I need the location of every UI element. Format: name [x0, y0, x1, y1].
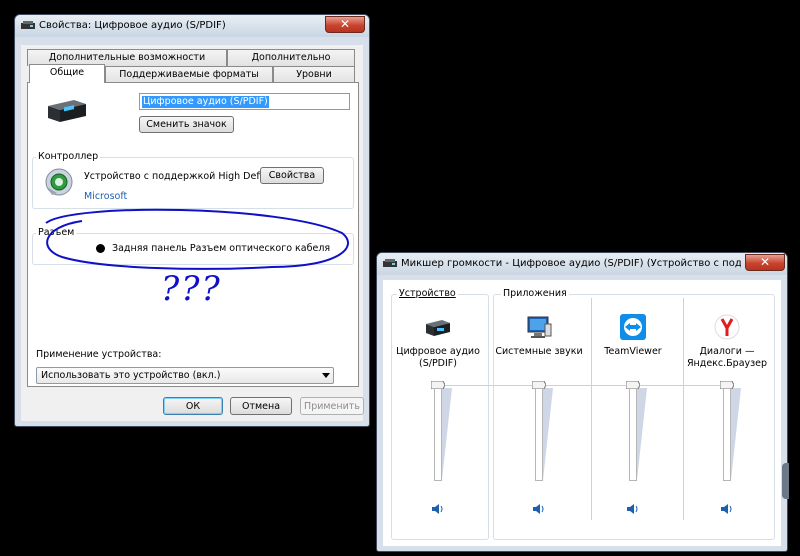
- volume-slider-thumb[interactable]: [531, 380, 547, 390]
- mixer-channels: Цифровое аудио (S/PDIF) Системные звуки Te…: [383, 296, 781, 540]
- tab-supported-formats[interactable]: Поддерживаемые форматы: [105, 66, 273, 83]
- yandex-browser-icon[interactable]: [713, 314, 741, 340]
- teamviewer-side-tab[interactable]: [782, 463, 789, 499]
- controller-properties-button[interactable]: Свойства: [260, 167, 324, 184]
- volume-slider-track[interactable]: [535, 386, 543, 481]
- audio-controller-icon: [45, 168, 73, 196]
- mixer-client: Устройство Приложения Цифровое аудио (S/…: [383, 280, 781, 546]
- volume-slider-track[interactable]: [434, 386, 442, 481]
- volume-level-meter: [637, 388, 647, 480]
- volume-slider-thumb[interactable]: [625, 380, 641, 390]
- speaker-small-icon: [21, 21, 35, 29]
- device-name-input[interactable]: Цифровое аудио (S/PDIF): [139, 93, 350, 110]
- change-icon-button[interactable]: Сменить значок: [139, 116, 234, 133]
- volume-slider-track[interactable]: [629, 386, 637, 481]
- apply-button[interactable]: Применить: [300, 397, 364, 415]
- teamviewer-icon[interactable]: [619, 314, 647, 340]
- mixer-channel-label: Цифровое аудио (S/PDIF): [396, 346, 480, 369]
- volume-level-meter: [731, 388, 741, 480]
- chevron-down-icon: [322, 373, 330, 378]
- mixer-channel-label: Диалоги — Яндекс.Браузер: [686, 346, 768, 369]
- volume-slider-thumb[interactable]: [430, 380, 446, 390]
- mixer-title: Микшер громкости - Цифровое аудио (S/PDI…: [401, 258, 741, 269]
- usage-combo-value: Использовать это устройство (вкл.): [41, 370, 221, 381]
- mute-speaker-icon[interactable]: [626, 503, 640, 515]
- volume-level-meter: [543, 388, 553, 480]
- properties-title: Свойства: Цифровое аудио (S/PDIF): [39, 20, 226, 31]
- volume-slider-track[interactable]: [723, 386, 731, 481]
- ok-button[interactable]: ОК: [163, 397, 223, 415]
- controller-vendor: Microsoft: [84, 191, 128, 202]
- device-name-text: Цифровое аудио (S/PDIF): [142, 96, 269, 108]
- mute-speaker-icon[interactable]: [431, 503, 445, 515]
- usage-label: Применение устройства:: [36, 349, 162, 360]
- speaker-device-icon[interactable]: [424, 314, 452, 340]
- controller-name: Устройство с поддержкой High Defi...: [84, 171, 272, 182]
- tab-general[interactable]: Общие: [29, 64, 105, 83]
- annotation-question-marks: ???: [161, 269, 222, 309]
- tab-advanced[interactable]: Дополнительно: [227, 49, 355, 66]
- volume-level-meter: [442, 388, 452, 480]
- mixer-close-button[interactable]: ✕: [745, 254, 785, 271]
- properties-titlebar[interactable]: Свойства: Цифровое аудио (S/PDIF) ✕: [15, 15, 369, 37]
- mute-speaker-icon[interactable]: [720, 503, 734, 515]
- controller-group-label: Контроллер: [36, 151, 101, 162]
- properties-close-button[interactable]: ✕: [325, 16, 365, 33]
- annotation-ellipse: [45, 208, 349, 270]
- speaker-small-icon: [383, 259, 397, 267]
- system-sounds-icon[interactable]: [525, 314, 553, 340]
- cancel-button[interactable]: Отмена: [230, 397, 292, 415]
- mixer-channel: TeamViewer: [585, 296, 681, 521]
- mixer-titlebar[interactable]: Микшер громкости - Цифровое аудио (S/PDI…: [377, 253, 787, 275]
- mixer-channel: Цифровое аудио (S/PDIF): [390, 296, 486, 521]
- mixer-channel: Диалоги — Яндекс.Браузер: [679, 296, 775, 521]
- mute-speaker-icon[interactable]: [532, 503, 546, 515]
- properties-window: Свойства: Цифровое аудио (S/PDIF) ✕ Допо…: [14, 14, 370, 427]
- mixer-channel: Системные звуки: [491, 296, 587, 521]
- mixer-window: Микшер громкости - Цифровое аудио (S/PDI…: [376, 252, 789, 552]
- usage-combo[interactable]: Использовать это устройство (вкл.): [36, 367, 334, 384]
- speaker-device-icon: [48, 100, 86, 122]
- mixer-channel-label: TeamViewer: [604, 346, 662, 357]
- tab-levels[interactable]: Уровни: [273, 66, 355, 83]
- mixer-channel-label: Системные звуки: [495, 346, 583, 357]
- volume-slider-thumb[interactable]: [719, 380, 735, 390]
